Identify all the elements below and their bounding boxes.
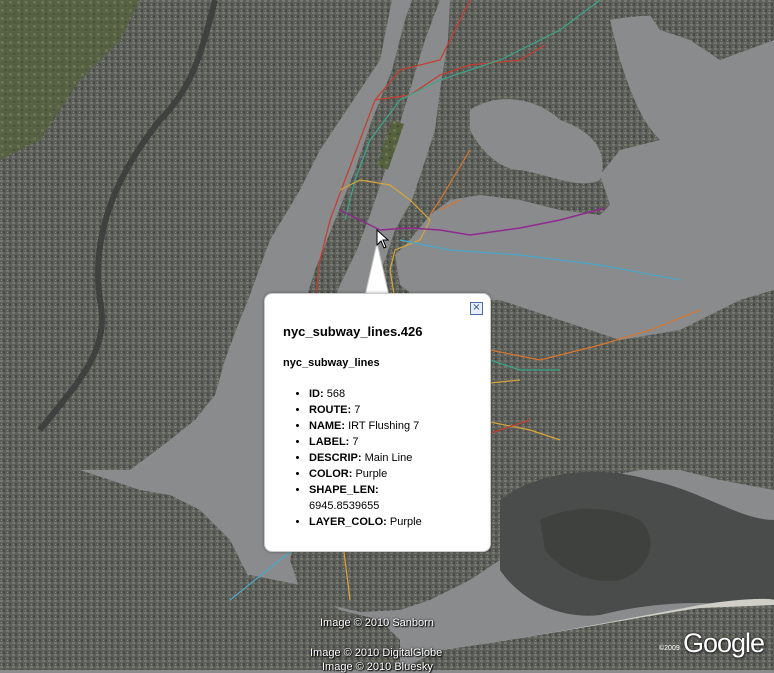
attribute-list: ID: 568 ROUTE: 7 NAME: IRT Flushing 7 LA…	[293, 386, 489, 530]
attr-shape-len: SHAPE_LEN: 6945.8539655	[309, 482, 489, 514]
attr-value: 7	[349, 436, 359, 448]
attr-key: LAYER_COLO:	[309, 516, 387, 528]
mouse-cursor-icon	[376, 229, 390, 249]
attr-value: IRT Flushing 7	[345, 420, 420, 432]
attr-key: DESCRIP:	[309, 452, 362, 464]
balloon-title: nyc_subway_lines.426	[283, 324, 423, 339]
attr-layer-colo: LAYER_COLO: Purple	[309, 514, 489, 530]
attr-value: 7	[351, 404, 361, 416]
info-balloon: × nyc_subway_lines.426 nyc_subway_lines …	[264, 293, 491, 552]
attr-key: LABEL:	[309, 436, 350, 448]
attr-name: NAME: IRT Flushing 7	[309, 418, 489, 434]
attr-value: Purple	[386, 516, 422, 528]
attr-id: ID: 568	[309, 386, 489, 402]
logo-year: ©2009	[659, 645, 680, 652]
attr-key: ID:	[309, 388, 324, 400]
google-logo: Google	[683, 628, 765, 658]
close-x-icon[interactable]: ×	[470, 302, 483, 315]
attr-key: ROUTE:	[309, 404, 352, 416]
attr-label: LABEL: 7	[309, 434, 489, 450]
attribution-bluesky: Image © 2010 Bluesky	[322, 661, 433, 673]
attr-route: ROUTE: 7	[309, 402, 489, 418]
attr-descrip: DESCRIP: Main Line	[309, 450, 489, 466]
balloon-subtitle: nyc_subway_lines	[283, 357, 380, 369]
attr-key: NAME:	[309, 420, 346, 432]
attr-value: 6945.8539655	[309, 500, 380, 512]
attr-key: COLOR:	[309, 468, 353, 480]
attr-value: Main Line	[361, 452, 413, 464]
attr-key: SHAPE_LEN:	[309, 484, 379, 496]
attribution-sanborn: Image © 2010 Sanborn	[320, 617, 434, 629]
attr-color: COLOR: Purple	[309, 466, 489, 482]
attribution-digitalglobe: Image © 2010 DigitalGlobe	[310, 647, 443, 659]
attr-value: Purple	[352, 468, 388, 480]
attr-value: 568	[323, 388, 346, 400]
